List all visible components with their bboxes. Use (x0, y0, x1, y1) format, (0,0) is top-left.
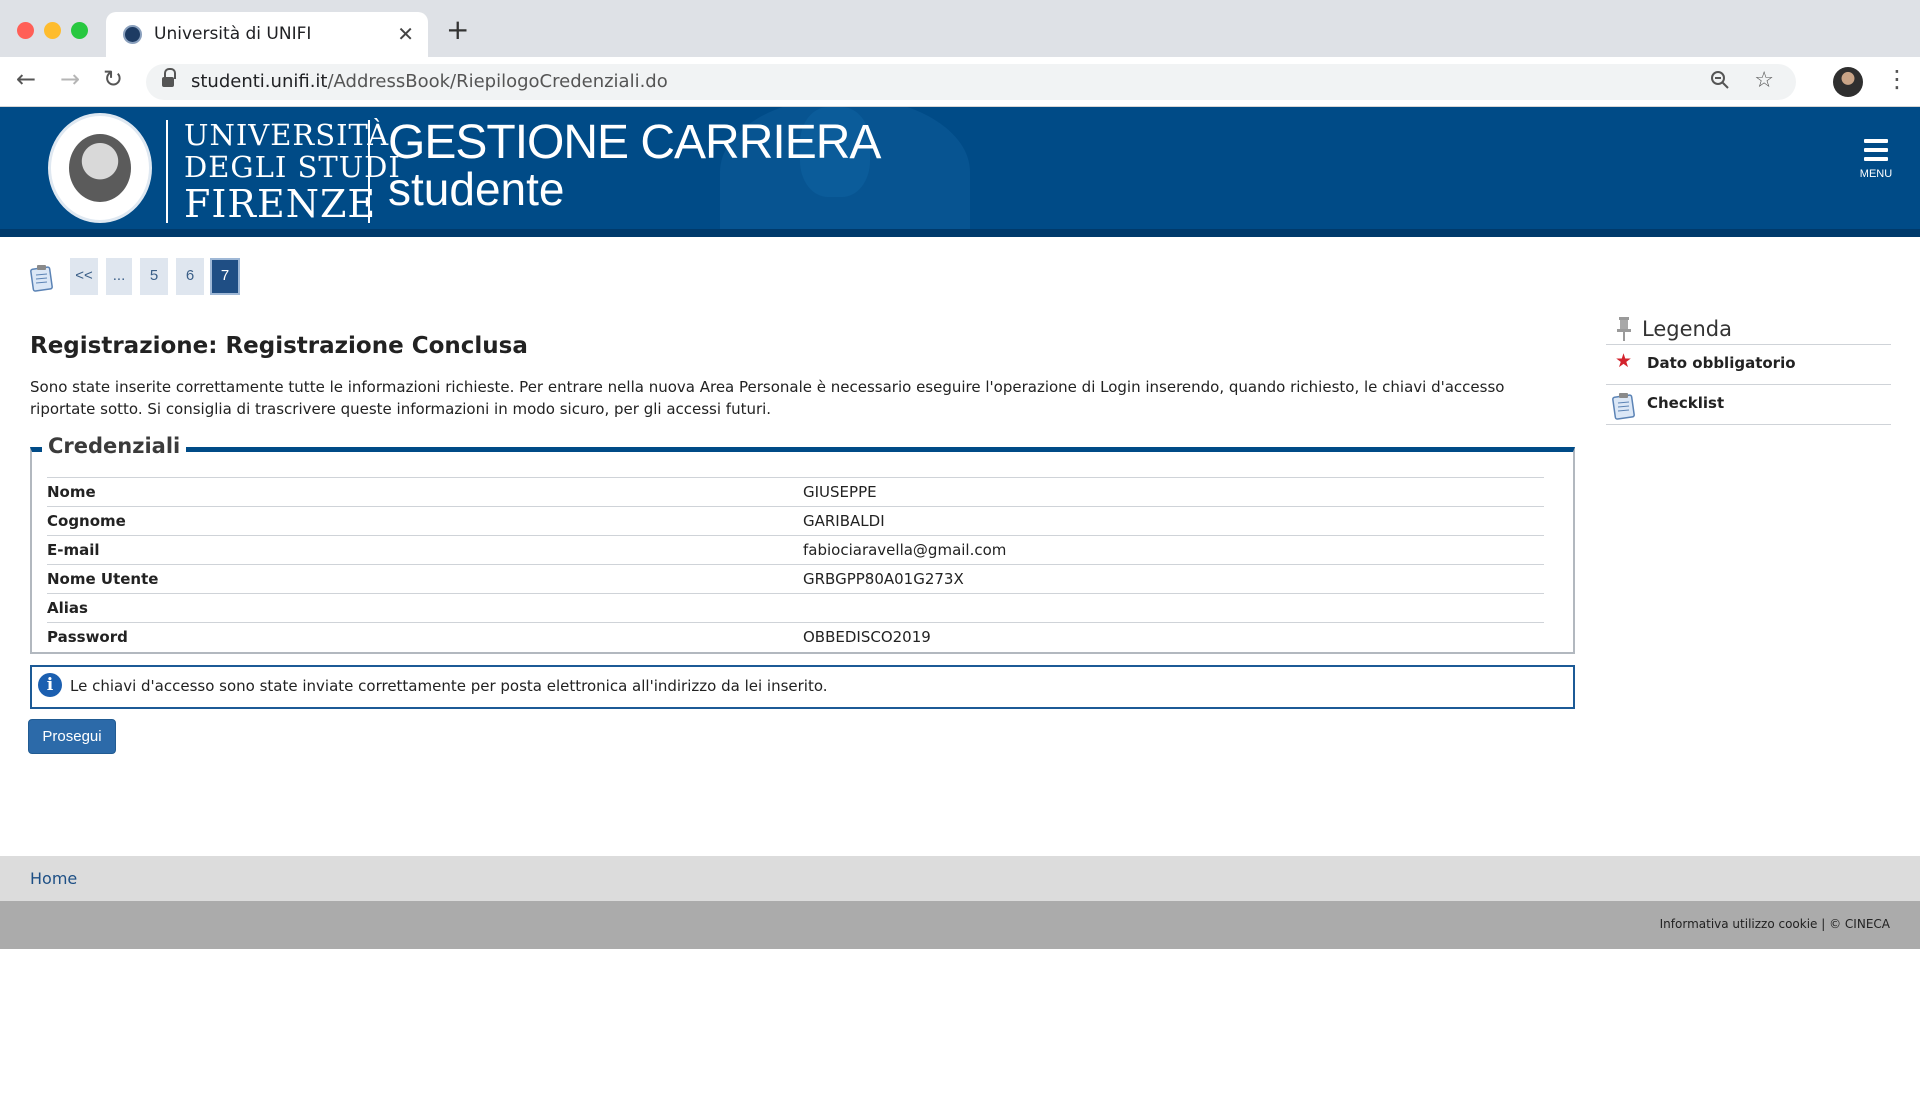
step-7-current[interactable]: 7 (210, 258, 240, 295)
menu-label: MENU (1859, 168, 1893, 180)
seal-emblem (69, 134, 131, 202)
step-5[interactable]: 5 (140, 258, 168, 295)
row-label: Nome Utente (47, 570, 159, 588)
browser-toolbar: ← → ↻ studenti.unifi.it/AddressBook/Riep… (0, 57, 1920, 107)
url-text: studenti.unifi.it/AddressBook/RiepilogoC… (191, 71, 668, 92)
banner-underline (0, 229, 1920, 237)
bookmark-star-icon[interactable]: ☆ (1754, 68, 1774, 93)
footer-note[interactable]: Informativa utilizzo cookie | © CINECA (1660, 917, 1890, 931)
row-label: Alias (47, 599, 88, 617)
lock-icon (162, 68, 176, 88)
window-close-button[interactable] (17, 22, 34, 39)
tab-title: Università di UNIFI (154, 24, 312, 44)
window-minimize-button[interactable] (44, 22, 61, 39)
row-label: Nome (47, 483, 96, 501)
checklist-icon (1612, 392, 1636, 424)
more-menu-icon[interactable]: ⋮ (1885, 65, 1909, 93)
legend-item-label: Checklist (1647, 394, 1725, 412)
url-path: /AddressBook/RiepilogoCredenziali.do (327, 71, 668, 92)
browser-tab[interactable]: Università di UNIFI ✕ (106, 12, 428, 57)
info-icon: i (38, 673, 62, 697)
pin-icon (1616, 317, 1632, 341)
zoom-icon[interactable] (1710, 70, 1730, 95)
credentials-legend: Credenziali (42, 434, 187, 458)
legend-title: Legenda (1642, 317, 1733, 341)
credentials-table: Nome GIUSEPPE Cognome GARIBALDI E-mail f… (47, 477, 1544, 651)
hamburger-icon (1864, 148, 1888, 152)
row-label: Cognome (47, 512, 126, 530)
row-value: OBBEDISCO2019 (803, 628, 931, 646)
university-seal-logo[interactable] (48, 113, 152, 223)
menu-button[interactable]: MENU (1856, 133, 1896, 185)
url-host: studenti.unifi.it (191, 71, 328, 92)
credentials-panel: Credenziali Nome GIUSEPPE Cognome GARIBA… (30, 434, 1575, 654)
legend-item-label: Dato obbligatorio (1647, 354, 1796, 372)
app-title: GESTIONE CARRIERA (388, 116, 881, 169)
profile-avatar[interactable] (1833, 67, 1863, 97)
hamburger-icon (1864, 139, 1888, 143)
legend-divider (1606, 384, 1891, 385)
reload-icon[interactable]: ↻ (103, 67, 123, 91)
back-icon[interactable]: ← (16, 67, 36, 91)
table-row: Alias (47, 593, 1544, 622)
favicon-icon (123, 25, 142, 44)
footer-bottom: Informativa utilizzo cookie | © CINECA (0, 901, 1920, 949)
row-value: GARIBALDI (803, 512, 885, 530)
banner-divider (166, 120, 168, 223)
window-zoom-button[interactable] (71, 22, 88, 39)
new-tab-icon[interactable]: + (446, 16, 469, 44)
required-star-icon: ★ (1615, 350, 1633, 372)
intro-text: Sono state inserite correttamente tutte … (30, 378, 1505, 418)
step-6[interactable]: 6 (176, 258, 204, 295)
browser-tab-bar: Università di UNIFI ✕ + (0, 0, 1920, 57)
site-banner: UNIVERSITÀ DEGLI STUDI FIRENZE GESTIONE … (0, 107, 1920, 230)
legend-divider (1606, 344, 1891, 345)
banner-divider-2 (368, 120, 370, 223)
table-row: E-mail fabiociaravella@gmail.com (47, 535, 1544, 564)
table-row: Nome GIUSEPPE (47, 477, 1544, 506)
forward-icon[interactable]: → (60, 67, 80, 91)
page-title: Registrazione: Registrazione Conclusa (30, 333, 528, 359)
info-message-box: i Le chiavi d'accesso sono state inviate… (30, 665, 1575, 709)
row-value: fabiociaravella@gmail.com (803, 541, 1007, 559)
table-row: Nome Utente GRBGPP80A01G273X (47, 564, 1544, 593)
hamburger-icon (1864, 157, 1888, 161)
step-first[interactable]: << (70, 258, 98, 295)
info-message: Le chiavi d'accesso sono state inviate c… (70, 677, 828, 695)
app-subtitle: studente (388, 163, 565, 215)
row-value: GIUSEPPE (803, 483, 877, 501)
close-tab-icon[interactable]: ✕ (397, 22, 414, 46)
checklist-icon[interactable] (30, 264, 54, 292)
table-row: Cognome GARIBALDI (47, 506, 1544, 535)
table-row: Password OBBEDISCO2019 (47, 622, 1544, 651)
prosegui-button[interactable]: Prosegui (28, 719, 116, 754)
home-link[interactable]: Home (30, 869, 77, 888)
address-bar[interactable]: studenti.unifi.it/AddressBook/RiepilogoC… (146, 64, 1796, 100)
step-ellipsis[interactable]: ... (106, 258, 132, 295)
footer-nav: Home (0, 856, 1920, 901)
page: UNIVERSITÀ DEGLI STUDI FIRENZE GESTIONE … (0, 107, 1920, 1116)
row-label: E-mail (47, 541, 100, 559)
row-value: GRBGPP80A01G273X (803, 570, 964, 588)
legend-divider (1606, 424, 1891, 425)
row-label: Password (47, 628, 128, 646)
